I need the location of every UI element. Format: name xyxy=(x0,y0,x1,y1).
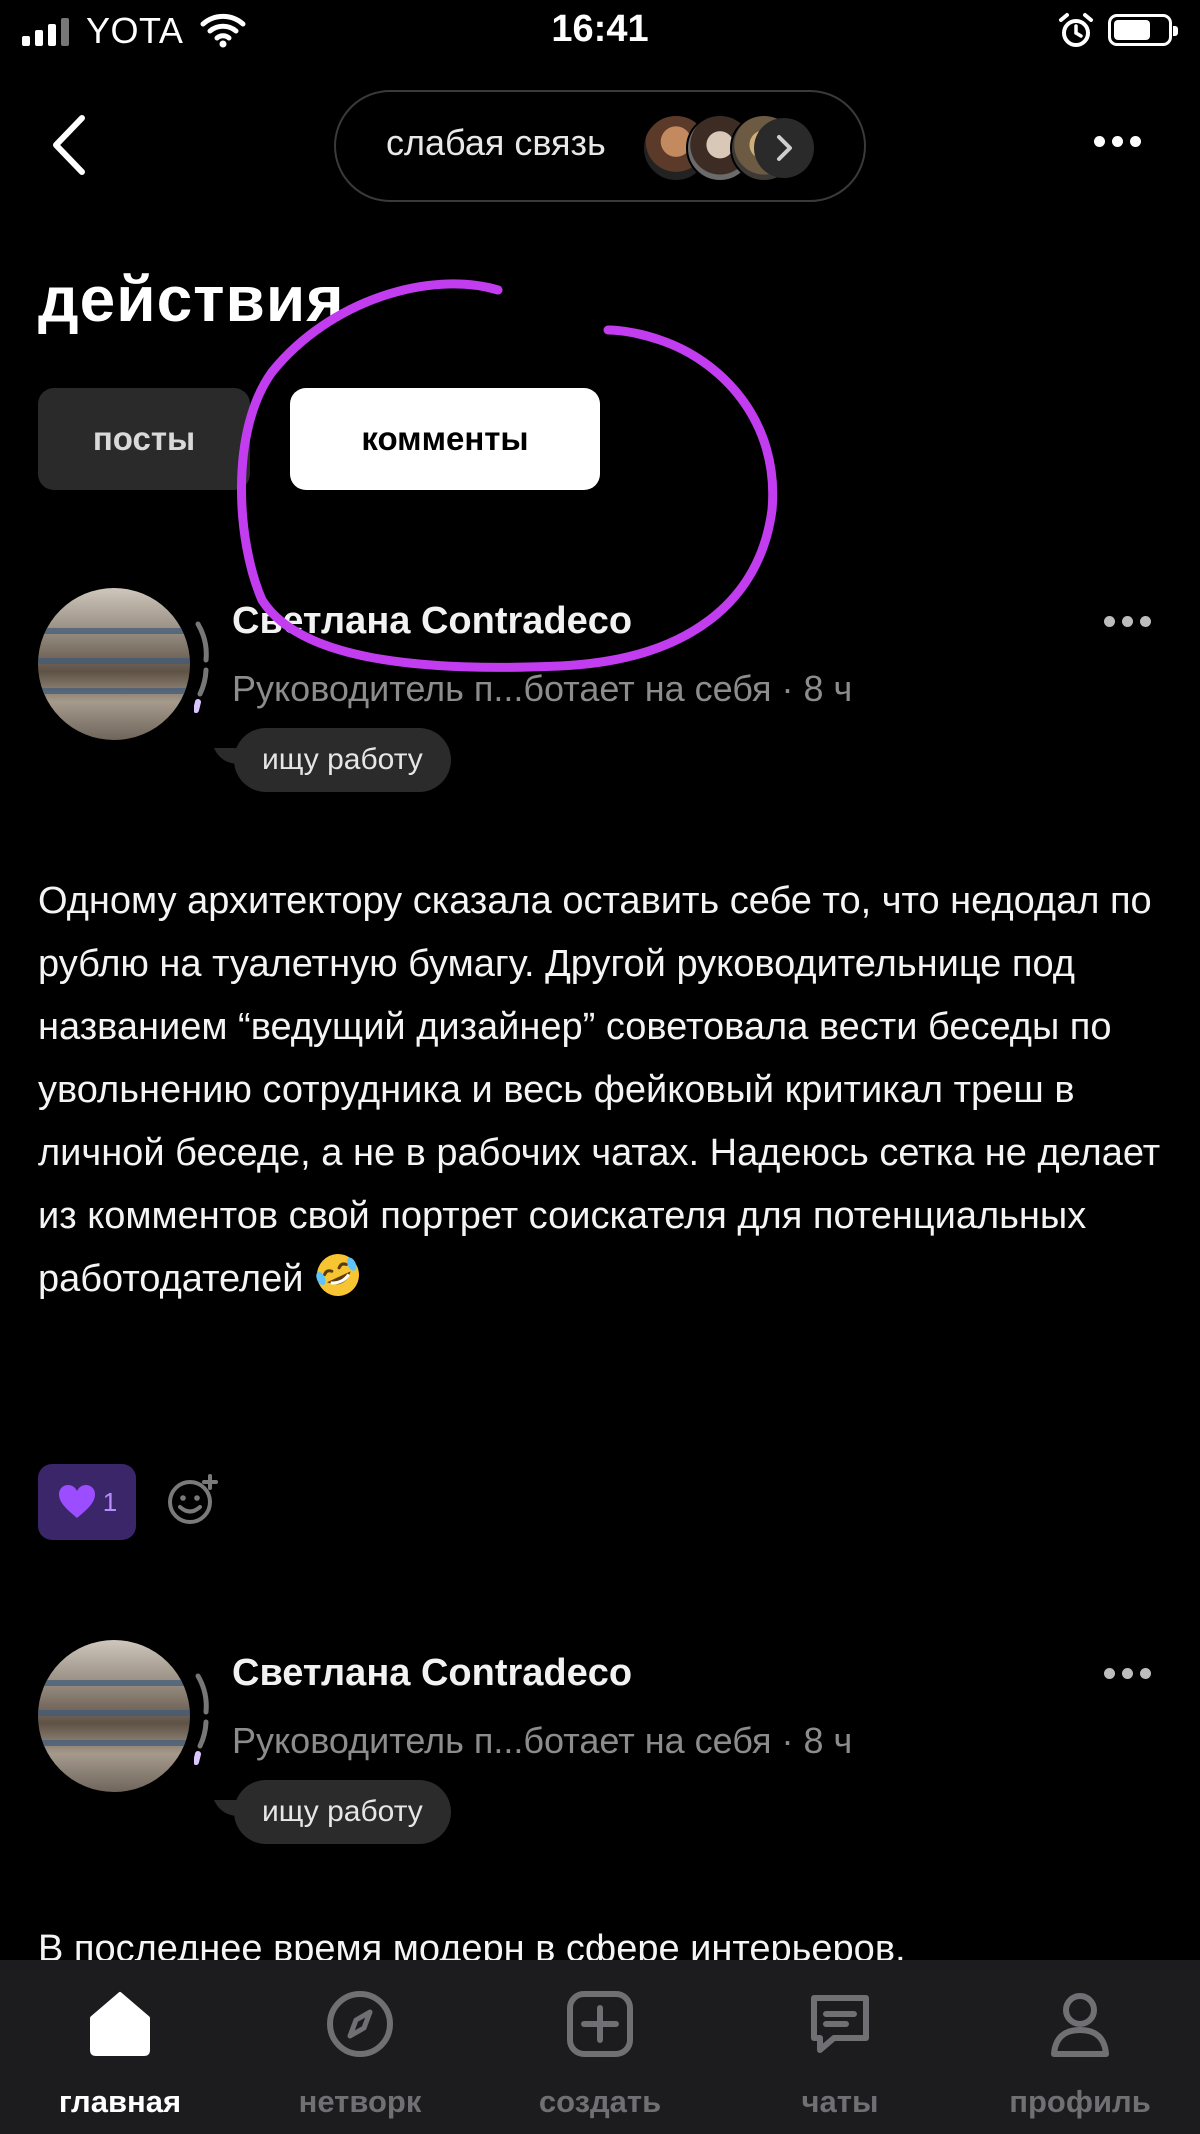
chat-icon xyxy=(811,1995,869,2053)
post-body: Одному архитектору сказала оставить себе… xyxy=(38,870,1168,1311)
status-bar: YOTA 16:41 xyxy=(0,0,1200,66)
tab-posts[interactable]: посты xyxy=(38,388,250,490)
status-badge: ищу работу xyxy=(234,1780,451,1844)
nav-create[interactable]: создать xyxy=(480,1960,720,2134)
purple-heart-icon xyxy=(58,1485,95,1518)
nav-label: нетворк xyxy=(298,2084,422,2119)
more-horizontal-icon[interactable] xyxy=(1104,616,1151,627)
bottom-nav: главная нетворк создать чаты профиль xyxy=(0,1960,1200,2134)
nav-home[interactable]: главная xyxy=(0,1960,240,2134)
like-button[interactable]: 1 xyxy=(38,1464,136,1540)
nav-label: чаты xyxy=(801,2084,879,2119)
badge-tail xyxy=(214,748,236,764)
home-icon xyxy=(90,1992,150,2056)
status-time: 16:41 xyxy=(551,8,649,50)
page-title: действия xyxy=(38,263,345,335)
alarm-icon xyxy=(1059,13,1093,47)
more-horizontal-icon[interactable] xyxy=(1104,1668,1151,1679)
story-ring-icon xyxy=(194,1673,209,1765)
status-badge: ищу работу xyxy=(234,728,451,792)
group-pill[interactable]: слабая связь xyxy=(334,90,866,202)
post-author[interactable]: Светлана Contradeco xyxy=(232,600,632,643)
rolling-on-floor-laughing-emoji xyxy=(316,1254,360,1296)
avatar[interactable] xyxy=(38,588,190,740)
nav-chats[interactable]: чаты xyxy=(720,1960,960,2134)
plus-square-icon xyxy=(567,1991,633,2057)
post-author[interactable]: Светлана Contradeco xyxy=(232,1652,632,1695)
member-avatars xyxy=(642,114,842,182)
battery-icon xyxy=(1108,14,1178,46)
post-text: Одному архитектору сказала оставить себе… xyxy=(38,880,1161,1300)
post-subtitle: Руководитель п...ботает на себя · 8 ч xyxy=(232,668,853,709)
nav-profile[interactable]: профиль xyxy=(960,1960,1200,2134)
like-count: 1 xyxy=(102,1486,118,1517)
group-name: слабая связь xyxy=(386,122,606,163)
back-button[interactable] xyxy=(44,110,94,180)
nav-label: профиль xyxy=(1009,2084,1151,2119)
avatar[interactable] xyxy=(38,1640,190,1792)
more-horizontal-icon[interactable] xyxy=(1094,136,1141,147)
tab-comments[interactable]: комменты xyxy=(290,388,600,490)
compass-icon xyxy=(327,1991,393,2057)
badge-tail xyxy=(214,1800,236,1816)
add-reaction-icon[interactable] xyxy=(164,1472,220,1528)
story-ring-icon xyxy=(194,621,209,713)
post-subtitle: Руководитель п...ботает на себя · 8 ч xyxy=(232,1720,853,1761)
user-icon xyxy=(1051,1993,1109,2057)
chevron-right-icon xyxy=(754,118,814,178)
nav-label: главная xyxy=(58,2084,182,2119)
nav-label: создать xyxy=(538,2084,662,2119)
nav-network[interactable]: нетворк xyxy=(240,1960,480,2134)
